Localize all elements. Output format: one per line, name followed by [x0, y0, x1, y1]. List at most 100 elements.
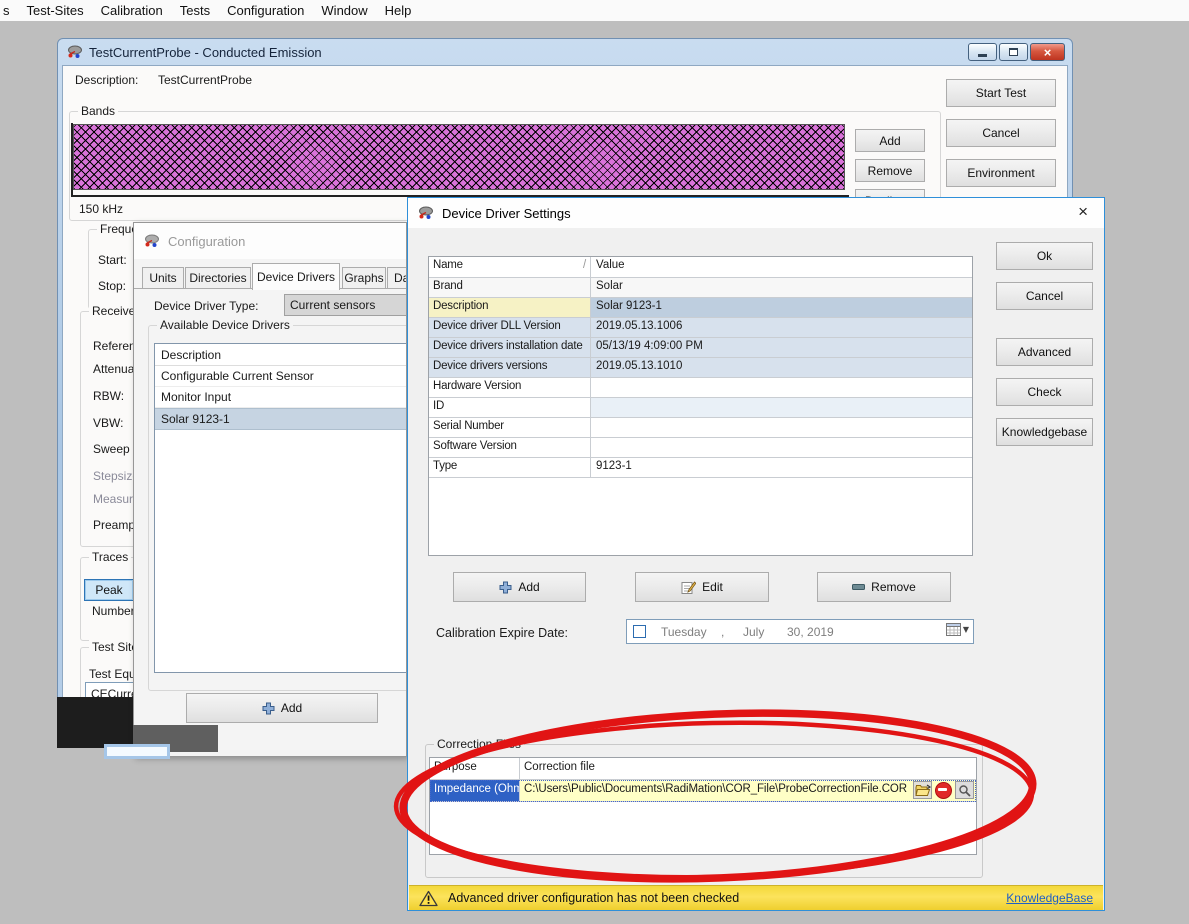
table-row: Hardware Version: [429, 378, 972, 398]
peak-trace-button[interactable]: Peak: [84, 579, 134, 601]
table-row: Serial Number: [429, 418, 972, 438]
tab-graphs[interactable]: Graphs: [342, 267, 386, 289]
list-item-selected[interactable]: Solar 9123-1: [155, 408, 407, 430]
main-window-titlebar[interactable]: TestCurrentProbe - Conducted Emission ×: [58, 39, 1072, 65]
chevron-down-icon: ▼: [963, 625, 969, 634]
dialog-titlebar[interactable]: Device Driver Settings ×: [408, 198, 1104, 228]
app-icon: [67, 44, 83, 60]
test-equipment-label: Test Equ: [89, 667, 136, 681]
tab-device-drivers[interactable]: Device Drivers: [252, 263, 340, 290]
menu-item-calibration[interactable]: Calibration: [101, 3, 163, 18]
date-separator: ,: [721, 625, 724, 639]
list-item[interactable]: Monitor Input: [155, 387, 407, 408]
plus-icon: [262, 702, 275, 715]
traces-group-label: Traces: [89, 550, 131, 564]
background-window-fragment: [57, 697, 133, 748]
app-icon: [144, 233, 160, 249]
calendar-icon: [946, 623, 961, 636]
table-row: BrandSolar: [429, 278, 972, 298]
column-value[interactable]: Value: [591, 257, 972, 277]
open-folder-icon: [915, 784, 931, 797]
correction-file-row[interactable]: Impedance (Ohm) C:\Users\Public\Document…: [430, 780, 976, 802]
minimize-icon: [978, 54, 987, 57]
description-value: TestCurrentProbe: [158, 73, 252, 87]
warning-bar: Advanced driver configuration has not be…: [409, 885, 1103, 910]
preamplifier-label: Preampl: [93, 518, 138, 532]
tab-units[interactable]: Units: [142, 267, 184, 289]
table-header-row: Name/ Value: [429, 257, 972, 278]
knowledgebase-button[interactable]: Knowledgebase: [996, 418, 1093, 446]
clear-file-button[interactable]: [934, 781, 953, 799]
dialog-title: Device Driver Settings: [442, 206, 571, 221]
dialog-cancel-button[interactable]: Cancel: [996, 282, 1093, 310]
correction-file-path-cell[interactable]: C:\Users\Public\Documents\RadiMation\COR…: [520, 780, 976, 801]
warning-icon: [419, 890, 438, 907]
bands-group-label: Bands: [78, 104, 118, 118]
settings-table: Name/ Value BrandSolar DescriptionSolar …: [428, 256, 973, 556]
dialog-close-icon[interactable]: ×: [1074, 202, 1092, 222]
device-driver-listbox: Description Configurable Current Sensor …: [154, 343, 407, 673]
plus-icon: [499, 581, 512, 594]
column-purpose[interactable]: Purpose: [430, 758, 520, 779]
magnifier-icon: [958, 784, 971, 797]
remove-setting-button[interactable]: Remove: [817, 572, 951, 602]
sort-indicator-icon: /: [583, 259, 586, 271]
tab-directories[interactable]: Directories: [185, 267, 251, 289]
list-header[interactable]: Description: [155, 344, 407, 366]
device-driver-type-combobox[interactable]: Current sensors: [284, 294, 407, 316]
menu-item-help[interactable]: Help: [385, 3, 412, 18]
calendar-dropdown-button[interactable]: ▼: [946, 623, 969, 636]
available-device-drivers-label: Available Device Drivers: [157, 318, 293, 332]
list-item[interactable]: Configurable Current Sensor: [155, 366, 407, 387]
calibration-expire-date-label: Calibration Expire Date:: [436, 626, 568, 640]
table-row: Software Version: [429, 438, 972, 458]
ok-button[interactable]: Ok: [996, 242, 1093, 270]
rbw-label: RBW:: [93, 389, 124, 403]
environment-button[interactable]: Environment: [946, 159, 1056, 187]
background-window-fragment: [104, 744, 170, 759]
menu-item-partial[interactable]: s: [3, 3, 10, 18]
calibration-date-picker[interactable]: Tuesday , July 30, 2019 ▼: [626, 619, 974, 644]
advanced-button[interactable]: Advanced: [996, 338, 1093, 366]
check-button[interactable]: Check: [996, 378, 1093, 406]
correction-header-row: Purpose Correction file: [430, 758, 976, 780]
device-driver-settings-dialog: Device Driver Settings × Name/ Value Bra…: [407, 197, 1105, 911]
menu-item-tests[interactable]: Tests: [180, 3, 210, 18]
table-row: Device driver DLL Version2019.05.13.1006: [429, 318, 972, 338]
start-test-button[interactable]: Start Test: [946, 79, 1056, 107]
view-file-button[interactable]: [955, 781, 974, 799]
column-name[interactable]: Name/: [429, 257, 591, 277]
band-add-button[interactable]: Add: [855, 129, 925, 152]
table-row: Device drivers installation date05/13/19…: [429, 338, 972, 358]
tab-database[interactable]: Datab: [387, 267, 407, 289]
maximize-button[interactable]: [999, 43, 1028, 61]
menu-item-configuration[interactable]: Configuration: [227, 3, 304, 18]
edit-icon: [681, 580, 696, 595]
menu-item-test-sites[interactable]: Test-Sites: [27, 3, 84, 18]
menu-item-window[interactable]: Window: [321, 3, 367, 18]
cancel-button[interactable]: Cancel: [946, 119, 1056, 147]
number-label: Number: [92, 604, 135, 618]
maximize-icon: [1009, 48, 1018, 56]
band-remove-button[interactable]: Remove: [855, 159, 925, 182]
add-setting-button[interactable]: Add: [453, 572, 586, 602]
correction-files-table: Purpose Correction file Impedance (Ohm) …: [429, 757, 977, 855]
table-row: ID: [429, 398, 972, 418]
correction-files-label: Correction Files: [434, 737, 524, 751]
no-entry-icon: [935, 782, 952, 799]
device-driver-type-label: Device Driver Type:: [154, 299, 258, 313]
close-button[interactable]: ×: [1030, 43, 1065, 61]
config-add-driver-button[interactable]: Add: [186, 693, 378, 723]
app-icon: [418, 205, 434, 221]
menu-bar: s Test-Sites Calibration Tests Configura…: [0, 0, 1189, 21]
browse-file-button[interactable]: [913, 781, 932, 799]
edit-setting-button[interactable]: Edit: [635, 572, 769, 602]
calibration-date-checkbox[interactable]: [633, 625, 646, 638]
minimize-button[interactable]: [968, 43, 997, 61]
configuration-titlebar[interactable]: Configuration: [134, 223, 406, 259]
knowledgebase-link[interactable]: KnowledgeBase: [1006, 891, 1093, 905]
start-frequency-label: Start:: [98, 253, 127, 267]
attenuator-label: Attenuat: [93, 362, 138, 376]
frequency-band[interactable]: [73, 124, 845, 190]
column-correction-file[interactable]: Correction file: [520, 758, 976, 779]
